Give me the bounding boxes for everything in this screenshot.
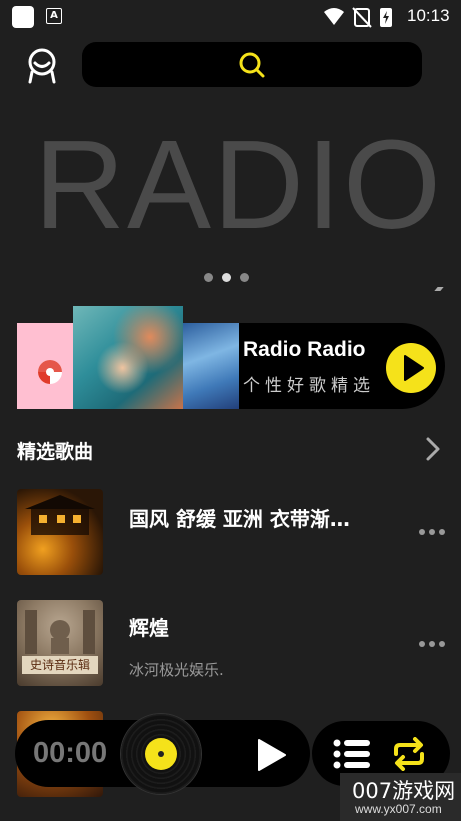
radio-thumb-lollipop bbox=[17, 323, 75, 409]
more-options-icon[interactable] bbox=[418, 639, 446, 649]
song-artist: 冰河极光娱乐. bbox=[129, 661, 224, 679]
more-options-icon[interactable] bbox=[418, 527, 446, 537]
banner-title: RADIO bbox=[34, 114, 444, 255]
search-icon bbox=[239, 52, 265, 78]
disc-hole bbox=[158, 751, 164, 757]
list-item[interactable]: 国风 舒缓 亚洲 衣带渐… bbox=[0, 489, 461, 579]
radio-thumb-main[interactable] bbox=[73, 306, 183, 409]
song-cover: 史诗音乐辑 bbox=[17, 600, 103, 686]
song-cover bbox=[17, 489, 103, 575]
status-bar: A 10:13 bbox=[0, 0, 461, 34]
carousel-dot[interactable] bbox=[240, 273, 249, 282]
radio-thumb-water bbox=[180, 323, 239, 409]
search-bar[interactable] bbox=[82, 42, 422, 87]
app-a-icon: A bbox=[46, 8, 62, 24]
carousel-dot[interactable] bbox=[204, 273, 213, 282]
radio-title: Radio Radio bbox=[243, 338, 366, 361]
app-notification-icon bbox=[12, 6, 34, 28]
radio-play-button[interactable] bbox=[386, 343, 436, 393]
play-icon bbox=[404, 355, 424, 381]
chevron-right-icon[interactable] bbox=[424, 436, 442, 462]
list-item[interactable]: 史诗音乐辑 辉煌 冰河极光娱乐. bbox=[0, 600, 461, 690]
carousel-dots bbox=[204, 267, 258, 286]
carousel-dot-active[interactable] bbox=[222, 273, 231, 282]
status-icons bbox=[324, 7, 392, 28]
banner-carousel[interactable]: RADIO bbox=[0, 100, 461, 260]
lollipop-icon bbox=[38, 360, 62, 384]
cover-pavilion bbox=[25, 495, 95, 535]
status-time: 10:13 bbox=[407, 6, 450, 25]
radio-subtitle: 个性好歌精选 bbox=[243, 376, 375, 396]
song-title: 国风 舒缓 亚洲 衣带渐… bbox=[129, 507, 350, 531]
repeat-icon[interactable] bbox=[390, 737, 428, 771]
playlist-icon[interactable] bbox=[333, 738, 371, 770]
play-icon[interactable] bbox=[256, 738, 288, 772]
cover-caption: 史诗音乐辑 bbox=[22, 656, 98, 674]
wifi-icon bbox=[324, 8, 344, 25]
song-title: 辉煌 bbox=[129, 616, 169, 640]
player-time: 00:00 bbox=[33, 737, 108, 769]
watermark-title: 007游戏网 bbox=[352, 779, 456, 803]
user-face-icon[interactable] bbox=[24, 46, 60, 84]
section-title: 精选歌曲 bbox=[17, 441, 94, 463]
watermark-url: www.yx007.com bbox=[355, 802, 442, 816]
decorative-tick bbox=[434, 287, 444, 291]
